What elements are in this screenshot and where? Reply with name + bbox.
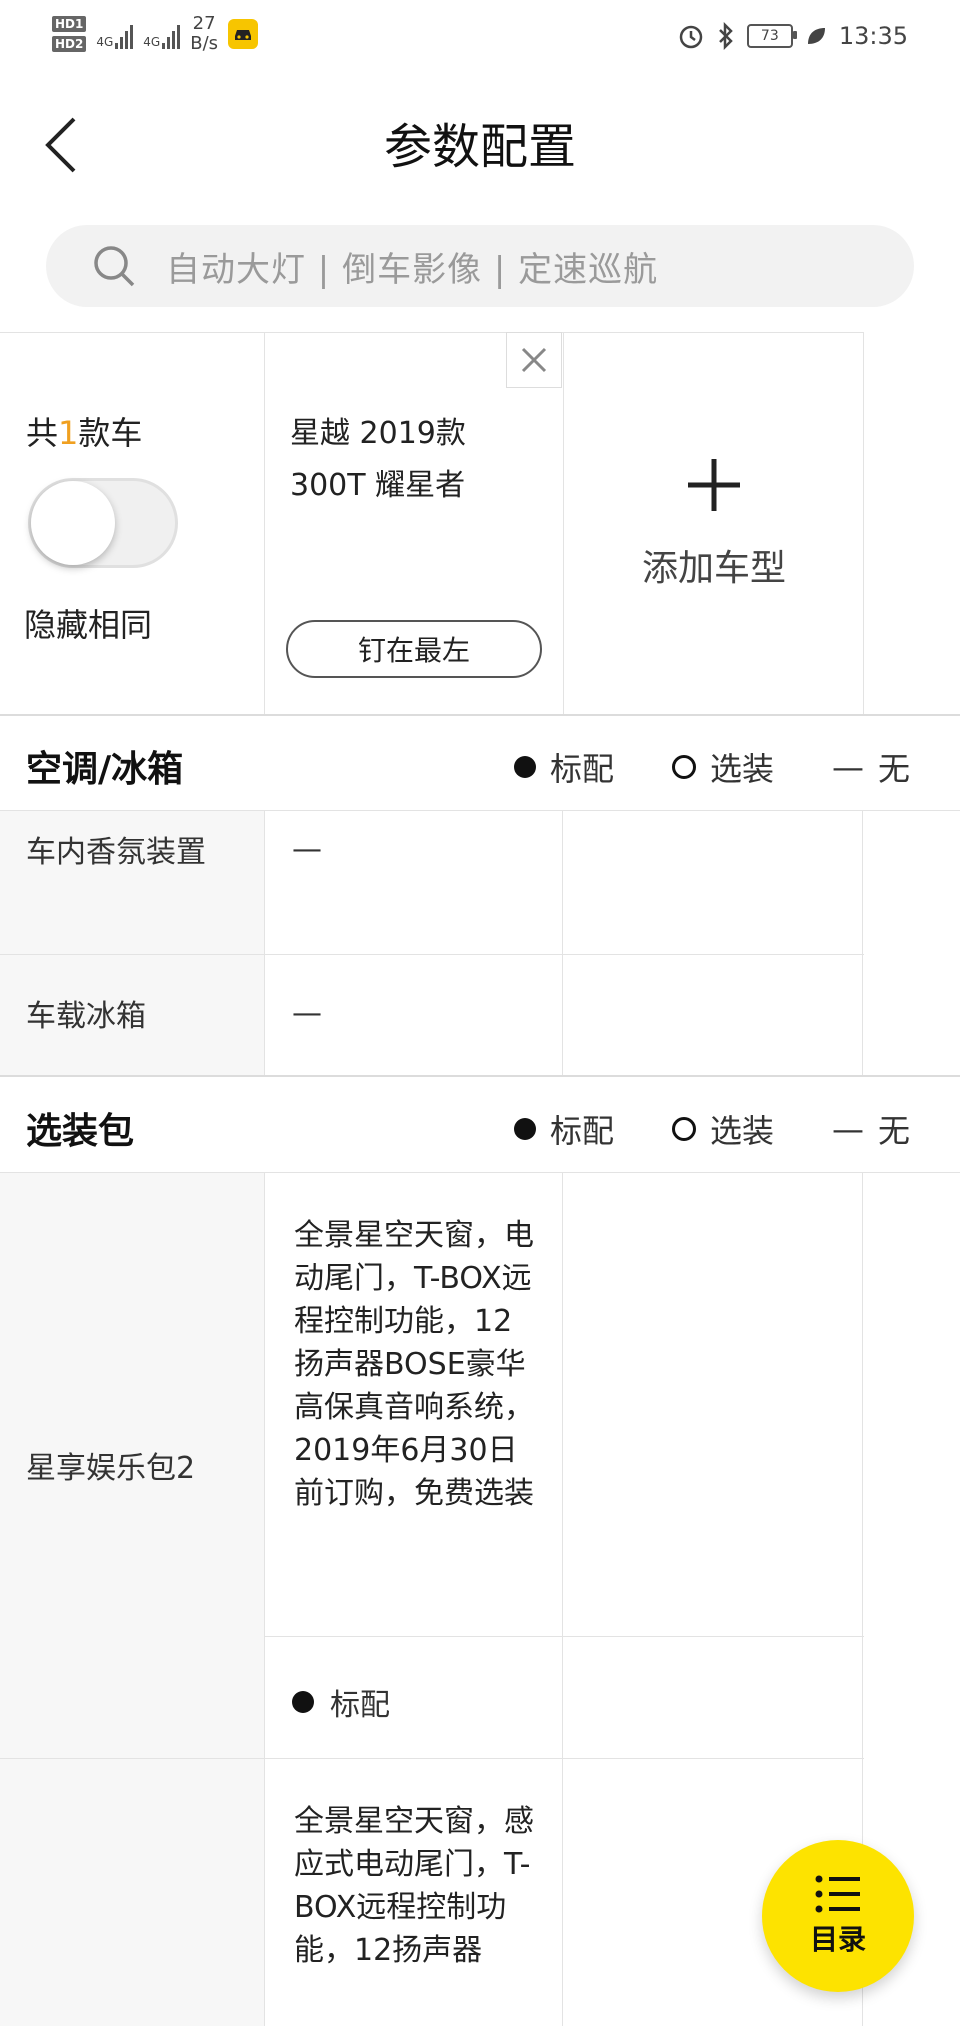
none-dash-icon: — <box>831 748 864 786</box>
hd1-badge: HD1 <box>52 16 87 32</box>
legend-optional: 选装 <box>709 1112 774 1150</box>
grid-line <box>0 954 864 955</box>
search-bar[interactable]: 自动大灯 | 倒车影像 | 定速巡航 <box>46 225 914 307</box>
net-speed-value: 27 <box>192 13 216 34</box>
alarm-icon <box>679 25 703 49</box>
standard-dot-icon <box>513 756 536 778</box>
standard-dot-icon <box>292 1691 314 1713</box>
count-suffix: 款车 <box>78 414 143 452</box>
car-count-label: 共1款车 <box>26 408 142 454</box>
legend-optional: 选装 <box>709 750 774 788</box>
leaf-icon <box>807 28 825 44</box>
package-description: 全景星空天窗，电动尾门，T-BOX远程控制功能，12扬声器BOSE豪华高保真音响… <box>294 1218 534 1511</box>
row-label: 车载冰箱 <box>26 999 146 1034</box>
toggle-knob <box>31 481 115 565</box>
legend: 标配 选装 — 无 <box>513 1106 910 1152</box>
page-title: 参数配置 <box>383 119 576 175</box>
clock: 13:35 <box>838 22 908 50</box>
add-car-button[interactable]: 添加车型 <box>564 332 864 714</box>
grid-line <box>0 1758 864 1759</box>
grid-line <box>264 811 265 1075</box>
row-value: — <box>292 996 322 1031</box>
optional-dot-icon <box>671 755 696 779</box>
catalog-label: 目录 <box>809 1923 866 1956</box>
label-column-bg <box>0 1173 264 2026</box>
grid-line <box>264 332 265 714</box>
add-car-label: 添加车型 <box>641 548 786 589</box>
catalog-button[interactable]: 目录 <box>762 1840 914 1992</box>
grid-line <box>562 1173 563 2026</box>
battery-icon: 73 <box>746 24 797 48</box>
close-icon <box>521 347 547 373</box>
grid-line <box>862 811 863 1075</box>
section-title-aircon: 空调/冰箱 <box>26 749 184 790</box>
pin-left-button[interactable]: 钉在最左 <box>286 620 542 678</box>
legend-standard: 标配 <box>549 750 614 788</box>
standard-dot-icon <box>513 1118 536 1140</box>
package-status-label: 标配 <box>330 1688 390 1723</box>
hide-same-toggle[interactable] <box>28 478 178 568</box>
remove-car-button[interactable] <box>506 332 562 388</box>
net1-label: 4G <box>96 35 114 49</box>
legend-standard: 标配 <box>549 1112 614 1150</box>
net-speed: 27 B/s <box>190 14 218 54</box>
grid-line <box>264 1636 864 1637</box>
hide-same-label: 隐藏相同 <box>24 606 153 644</box>
package-description: 全景星空天窗，感应式电动尾门，T-BOX远程控制功能，12扬声器 <box>294 1804 534 1968</box>
net-speed-unit: B/s <box>190 33 219 54</box>
status-bar: HD1 HD2 4G 4G 27 B/s 73 13:35 <box>0 0 960 80</box>
list-icon <box>815 1875 860 1913</box>
row-value: — <box>292 832 322 867</box>
legend-none: 无 <box>877 1112 910 1150</box>
signal-2-icon: 4G <box>143 19 181 49</box>
grid-line <box>562 811 563 1075</box>
count-prefix: 共 <box>26 414 59 452</box>
optional-dot-icon <box>671 1117 696 1141</box>
search-placeholder: 自动大灯 | 倒车影像 | 定速巡航 <box>166 249 659 290</box>
car-app-icon <box>228 19 259 49</box>
plus-icon <box>688 459 740 511</box>
signal-1-icon: 4G <box>96 19 134 49</box>
package-status: 标配 <box>292 1680 390 1724</box>
status-left: HD1 HD2 4G 4G 27 B/s <box>52 14 259 54</box>
none-dash-icon: — <box>831 1110 864 1148</box>
grid-line <box>264 1173 265 2026</box>
sim-indicators: HD1 HD2 <box>52 16 87 52</box>
grid-line <box>0 714 960 716</box>
search-icon <box>94 246 135 287</box>
car-model-name: 星越 2019款 300T 耀星者 <box>290 416 466 503</box>
hd2-badge: HD2 <box>52 36 87 52</box>
status-right: 73 13:35 <box>677 22 908 50</box>
row-label: 星享娱乐包2 <box>26 1451 196 1486</box>
count-number: 1 <box>58 414 79 452</box>
grid-line <box>0 1075 960 1077</box>
net2-label: 4G <box>143 35 161 49</box>
section-title-packages: 选装包 <box>26 1111 135 1152</box>
legend-none: 无 <box>877 750 910 788</box>
bluetooth-icon <box>718 22 733 50</box>
legend: 标配 选装 — 无 <box>513 744 910 790</box>
row-label: 车内香氛装置 <box>26 835 206 870</box>
battery-level: 73 <box>760 28 779 44</box>
